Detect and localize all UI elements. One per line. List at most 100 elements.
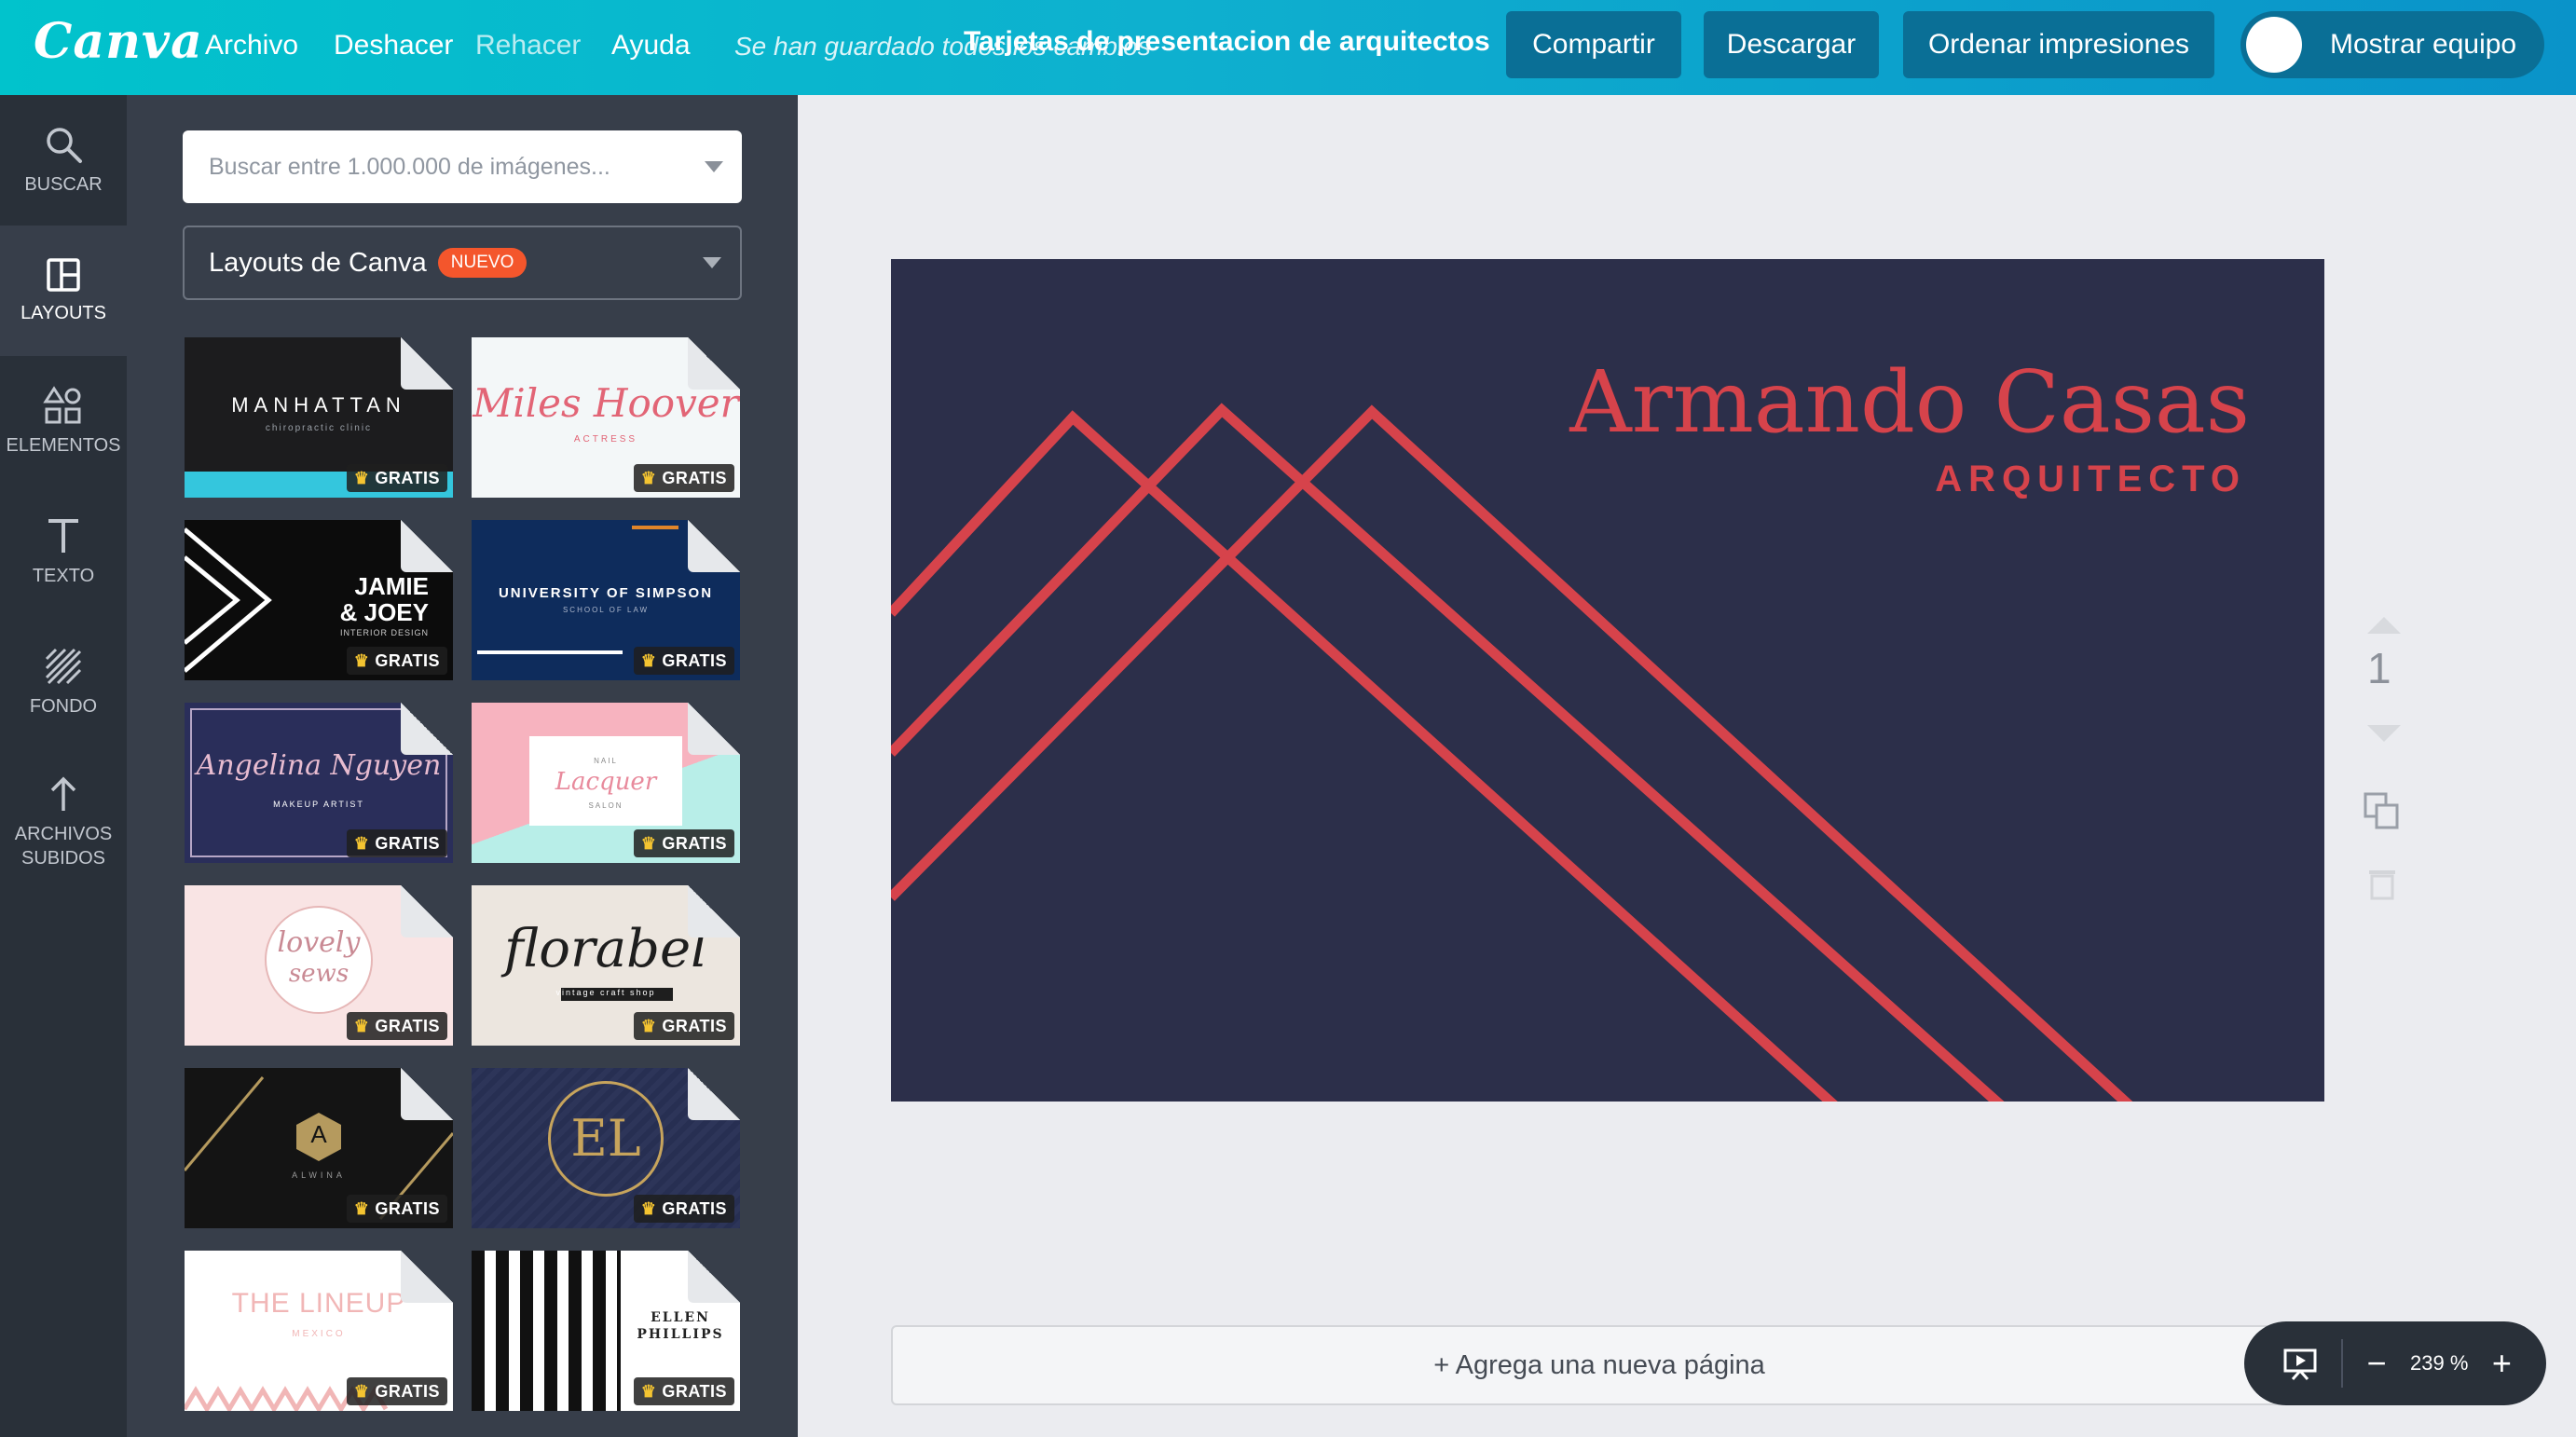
template-subtitle: ACTRESS [573,434,638,445]
template-thumb-alwina[interactable]: A ALWINA ♛ GRATIS [185,1068,453,1228]
business-card-name[interactable]: Armando Casas [1569,352,2250,452]
menu-rehacer[interactable]: Rehacer [475,30,581,62]
upload-icon [50,776,76,811]
gratis-badge: ♛ GRATIS [633,1012,734,1040]
template-thumb-florabel[interactable]: florabel vintage craft shop ♛ GRATIS [472,885,740,1046]
template-thumb-university[interactable]: UNIVERSITY OF SIMPSON SCHOOL OF LAW ♛ GRA… [472,520,740,680]
present-icon [2283,1348,2317,1380]
template-thumb-lacquer[interactable]: NAIL Lacquer SALON ♛ GRATIS [472,703,740,863]
elements-icon [43,386,81,424]
template-accent-line [477,650,623,654]
zoom-level[interactable]: 239 % [2410,1351,2468,1375]
page-down-arrow-icon[interactable] [2367,725,2401,742]
template-thumb-manhattan[interactable]: MANHATTAN chiropractic clinic ♛ GRATIS [185,337,453,498]
page-fold [401,703,453,755]
left-rail: BUSCAR LAYOUTS ELEMENTOS TEXTO FONDO ARC… [0,95,127,1437]
page-up-arrow-icon[interactable] [2367,617,2401,634]
crown-icon: ♛ [640,650,657,670]
rail-label-subidos: SUBIDOS [21,848,106,869]
crown-icon: ♛ [353,833,370,853]
page-fold [401,520,453,572]
stripe-pattern [472,1251,621,1411]
zoom-divider [2341,1339,2343,1388]
template-thumb-angelina[interactable]: Angelina Nguyen MAKEUP ARTIST ♛ GRATIS [185,703,453,863]
gratis-label: GRATIS [375,1198,440,1218]
template-subtitle: INTERIOR DESIGN [339,628,429,637]
gratis-label: GRATIS [375,1016,440,1035]
image-search-input[interactable] [209,153,675,181]
image-search[interactable] [183,130,742,203]
template-thumb-miles-hoover[interactable]: Miles Hoover ACTRESS ♛ GRATIS [472,337,740,498]
crown-icon: ♛ [640,1381,657,1401]
page-fold [688,885,740,937]
crown-icon: ♛ [353,1016,370,1035]
gratis-badge: ♛ GRATIS [346,1377,447,1405]
rail-item-layouts[interactable]: LAYOUTS [0,226,127,356]
rail-item-elementos[interactable]: ELEMENTOS [0,356,127,486]
present-button[interactable] [2272,1335,2328,1391]
duplicate-page-icon[interactable] [2364,792,2401,829]
canva-logo[interactable]: Canva [34,13,203,70]
zoom-in-button[interactable]: + [2485,1344,2518,1383]
gratis-badge: ♛ GRATIS [633,647,734,675]
gratis-badge: ♛ GRATIS [346,464,447,492]
new-badge: NUEVO [437,248,528,278]
gratis-badge: ♛ GRATIS [346,829,447,857]
crown-icon: ♛ [640,1198,657,1218]
business-card-role[interactable]: ARQUITECTO [1935,458,2246,500]
rail-item-fondo[interactable]: FONDO [0,617,127,747]
top-bar: Canva Archivo Deshacer Rehacer Ayuda Se … [0,0,2576,95]
crown-icon: ♛ [640,833,657,853]
gratis-label: GRATIS [662,1381,727,1401]
template-top-label: NAIL [594,757,618,765]
zoom-out-button[interactable]: − [2360,1344,2393,1383]
template-title-line2: sews [288,960,349,988]
template-thumb-ellen-phillips[interactable]: ELLEN PHILLIPS ♛ GRATIS [472,1251,740,1411]
gratis-label: GRATIS [375,468,440,487]
layouts-source-label: Layouts de Canva [209,247,427,278]
crown-icon: ♛ [353,650,370,670]
template-subtitle: MAKEUP ARTIST [273,800,364,809]
page-fold [688,703,740,755]
template-title: UNIVERSITY OF SIMPSON [498,585,714,601]
template-subtitle: vintage craft shop [555,988,656,997]
gratis-badge: ♛ GRATIS [633,464,734,492]
rail-label-buscar: BUSCAR [24,174,103,195]
layout-icon [47,258,80,292]
avatar [2246,17,2302,73]
rail-item-texto[interactable]: TEXTO [0,486,127,617]
page-number: 1 [2367,644,2391,692]
layouts-source-select[interactable]: Layouts de Canva NUEVO [183,226,742,300]
delete-page-icon[interactable] [2367,867,2397,900]
menu-archivo[interactable]: Archivo [205,30,298,62]
chevron-down-icon[interactable] [705,161,723,172]
template-thumb-el[interactable]: EL ♛ GRATIS [472,1068,740,1228]
template-thumb-lovely-sews[interactable]: lovely sews ♛ GRATIS [185,885,453,1046]
add-new-page-button[interactable]: + Agrega una nueva página [891,1325,2308,1405]
design-page[interactable]: Armando Casas ARQUITECTO [891,259,2324,1102]
download-button[interactable]: Descargar [1704,11,1879,78]
crown-icon: ♛ [640,1016,657,1035]
crown-icon: ♛ [353,1381,370,1401]
gratis-badge: ♛ GRATIS [633,1195,734,1223]
menu-ayuda[interactable]: Ayuda [611,30,691,62]
template-thumb-jamie-joey[interactable]: JAMIE & JOEY INTERIOR DESIGN ♛ GRATIS [185,520,453,680]
show-team-button[interactable]: Mostrar equipo [2240,11,2544,78]
gratis-badge: ♛ GRATIS [633,1377,734,1405]
rail-item-archivos-subidos[interactable]: ARCHIVOS SUBIDOS [0,747,127,896]
template-subtitle: SCHOOL OF LAW [562,606,650,614]
template-thumb-the-lineup[interactable]: THE LINEUP MEXICO ♛ GRATIS [185,1251,453,1411]
layouts-panel: Layouts de Canva NUEVO MANHATTAN chiropr… [127,95,798,1437]
background-icon [45,648,82,685]
rail-item-buscar[interactable]: BUSCAR [0,95,127,226]
share-button[interactable]: Compartir [1506,11,1681,78]
rail-label-archivos: ARCHIVOS [14,824,113,844]
page-fold [401,1251,453,1303]
order-prints-button[interactable]: Ordenar impresiones [1903,11,2214,78]
rail-label-elementos: ELEMENTOS [6,435,121,456]
menu-deshacer[interactable]: Deshacer [334,30,453,62]
document-title[interactable]: Tarjetas de presentacion de arquitectos [964,26,1490,58]
text-icon [48,519,78,553]
rail-label-texto: TEXTO [32,566,95,586]
template-accent-line [632,526,678,529]
